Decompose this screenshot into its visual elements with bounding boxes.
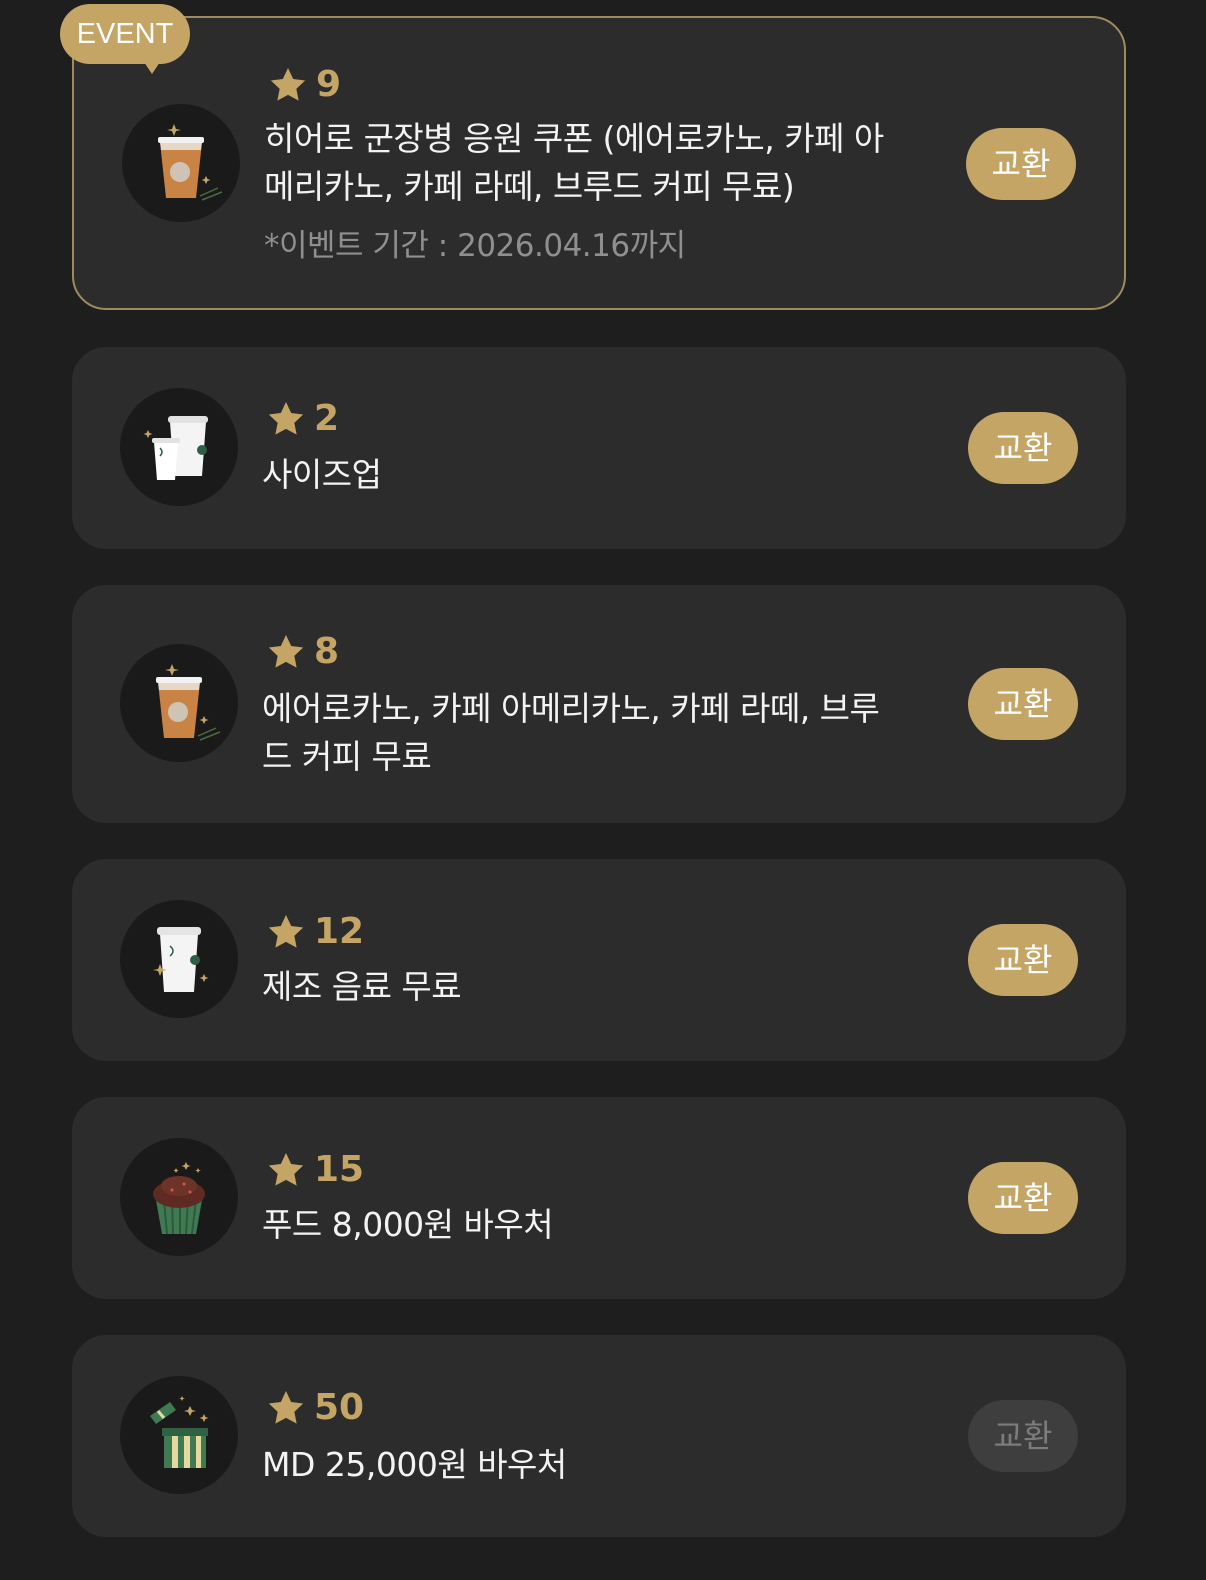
reward-card-size-up: 2 사이즈업 교환 bbox=[72, 347, 1126, 549]
star-count: 15 bbox=[314, 1149, 365, 1190]
star-count: 12 bbox=[314, 911, 365, 952]
star-count: 8 bbox=[314, 631, 340, 672]
exchange-button[interactable]: 교환 bbox=[968, 1162, 1078, 1234]
reward-title: 에어로카노, 카페 아메리카노, 카페 라떼, 브루드 커피 무료 bbox=[262, 689, 880, 776]
star-icon bbox=[266, 632, 306, 672]
iced-coffee-icon bbox=[122, 104, 240, 222]
exchange-button-disabled: 교환 bbox=[968, 1400, 1078, 1472]
reward-title: 히어로 군장병 응원 쿠폰 (에어로카노, 카페 아메리카노, 카페 라떼, 브… bbox=[264, 119, 884, 206]
size-up-cups-icon bbox=[120, 388, 238, 506]
star-icon bbox=[266, 399, 306, 439]
reward-title: MD 25,000원 바우처 bbox=[262, 1445, 567, 1484]
exchange-button[interactable]: 교환 bbox=[966, 128, 1076, 200]
star-count: 2 bbox=[314, 398, 340, 439]
exchange-button[interactable]: 교환 bbox=[968, 924, 1078, 996]
star-icon bbox=[268, 65, 308, 105]
star-cost: 12 bbox=[266, 909, 364, 955]
reward-title: 사이즈업 bbox=[262, 455, 382, 494]
reward-card-coffee: 8 에어로카노, 카페 아메리카노, 카페 라떼, 브루드 커피 무료 교환 bbox=[72, 585, 1126, 823]
exchange-button[interactable]: 교환 bbox=[968, 412, 1078, 484]
star-icon bbox=[266, 912, 306, 952]
reward-title: 제조 음료 무료 bbox=[262, 967, 462, 1006]
star-count: 9 bbox=[316, 64, 342, 105]
reward-card-event-hero-coupon: 9 히어로 군장병 응원 쿠폰 (에어로카노, 카페 아메리카노, 카페 라떼,… bbox=[72, 16, 1126, 310]
star-cost: 15 bbox=[266, 1147, 364, 1193]
hot-cup-icon bbox=[120, 900, 238, 1018]
reward-title: 푸드 8,000원 바우처 bbox=[262, 1205, 554, 1244]
reward-card-free-beverage: 12 제조 음료 무료 교환 bbox=[72, 859, 1126, 1061]
star-cost: 9 bbox=[268, 62, 341, 108]
event-badge: EVENT bbox=[60, 4, 190, 74]
reward-card-food-voucher: 15 푸드 8,000원 바우처 교환 bbox=[72, 1097, 1126, 1299]
star-icon bbox=[266, 1150, 306, 1190]
star-cost: 2 bbox=[266, 396, 339, 442]
gift-box-icon bbox=[120, 1376, 238, 1494]
star-cost: 50 bbox=[266, 1385, 364, 1431]
iced-coffee-icon bbox=[120, 644, 238, 762]
reward-card-md-voucher: 50 MD 25,000원 바우처 교환 bbox=[72, 1335, 1126, 1537]
star-icon bbox=[266, 1388, 306, 1428]
exchange-button[interactable]: 교환 bbox=[968, 668, 1078, 740]
cupcake-icon bbox=[120, 1138, 238, 1256]
event-period: *이벤트 기간 : 2026.04.16까지 bbox=[264, 228, 686, 264]
star-count: 50 bbox=[314, 1387, 365, 1428]
star-cost: 8 bbox=[266, 629, 339, 675]
